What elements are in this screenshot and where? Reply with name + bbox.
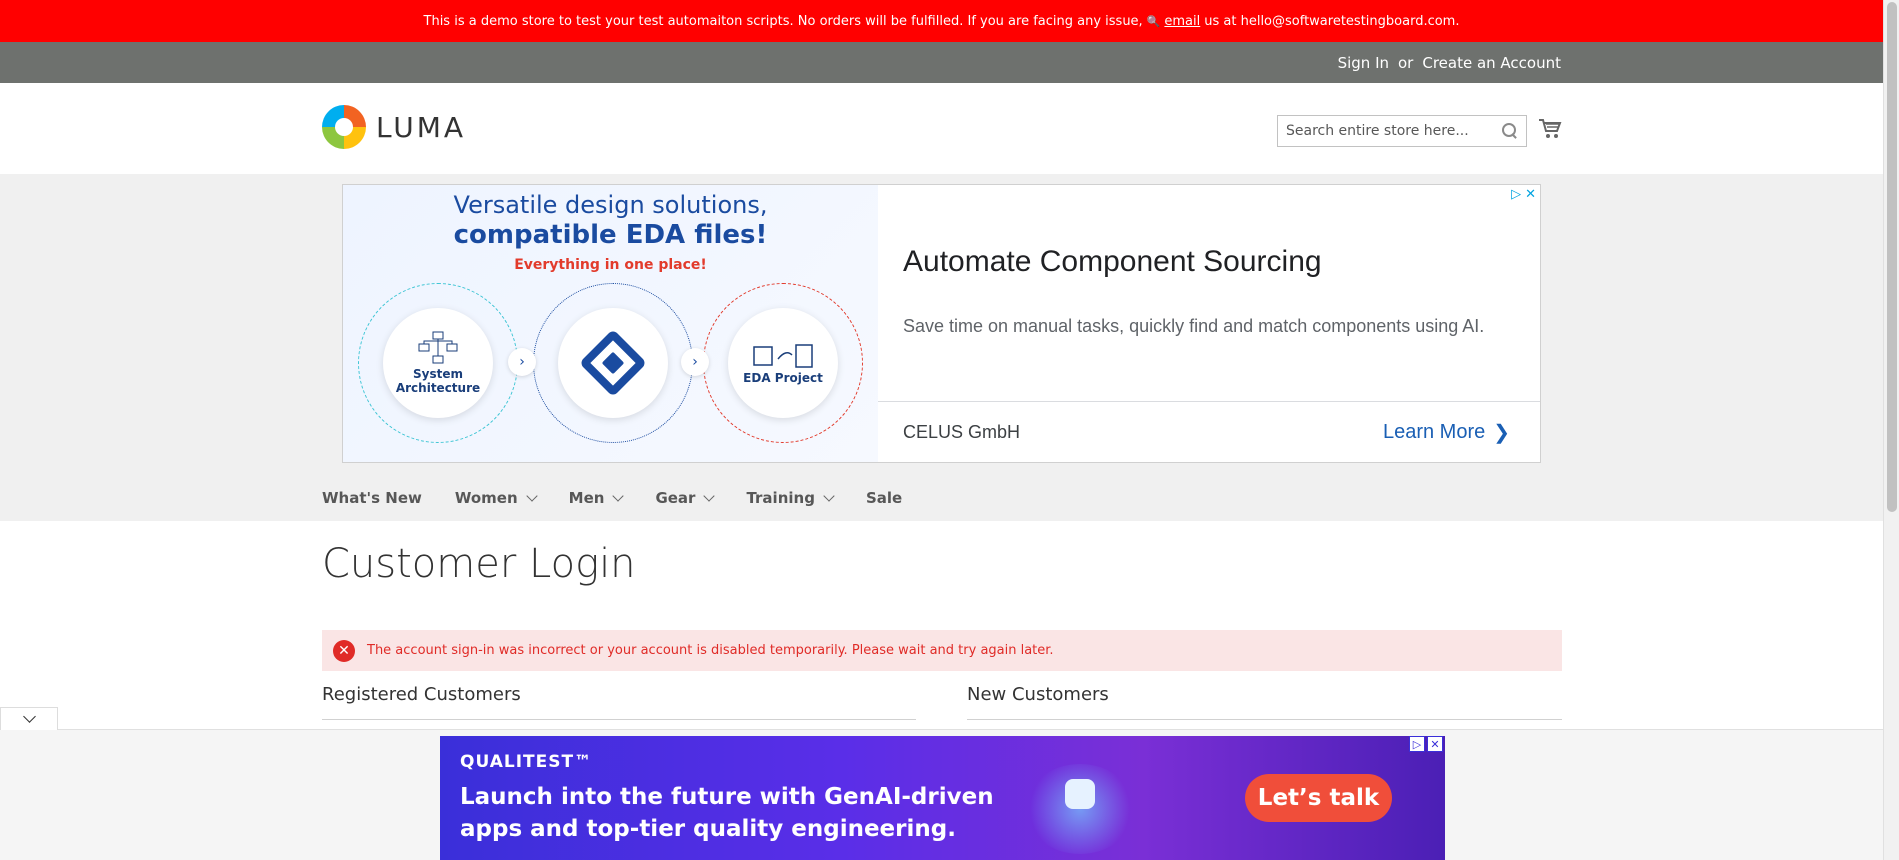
learn-more-button[interactable]: Learn More ❯ — [1383, 420, 1510, 445]
demo-notice-banner: This is a demo store to test your test a… — [0, 0, 1883, 42]
step-label: EDA Project — [743, 371, 823, 385]
top-ad[interactable]: Versatile design solutions, compatible E… — [342, 184, 1541, 463]
adchoices-controls: ▷ ✕ — [1511, 187, 1536, 202]
ad-title[interactable]: Automate Component Sourcing — [903, 245, 1322, 279]
chevron-down-icon — [525, 489, 538, 502]
ad-brand: QUALITEST™ — [460, 752, 593, 772]
create-account-link[interactable]: Create an Account — [1422, 54, 1561, 72]
scrollbar-thumb[interactable] — [1887, 2, 1897, 512]
nav-item-women[interactable]: Women — [454, 489, 538, 507]
search-placeholder: Search entire store here... — [1286, 123, 1469, 139]
chevron-down-icon — [22, 710, 36, 723]
robot-hand-illustration — [995, 744, 1165, 860]
ad-footer: CELUS GmbH Learn More ❯ — [878, 401, 1540, 462]
chevron-down-icon — [823, 489, 835, 502]
chip-document-icon — [753, 344, 813, 368]
header-panel: Sign In or Create an Account — [0, 42, 1883, 83]
divider — [967, 719, 1562, 720]
ad-advertiser[interactable]: CELUS GmbH — [903, 422, 1020, 443]
search-input[interactable]: Search entire store here... — [1277, 115, 1527, 147]
page-title: Customer Login — [322, 541, 636, 587]
nav-label: Men — [568, 489, 605, 507]
celus-diamond-icon — [579, 329, 647, 397]
ad-image-panel[interactable]: Versatile design solutions, compatible E… — [343, 185, 878, 462]
magnifier-icon: 🔍 — [1146, 14, 1161, 28]
system-architecture-disc: System Architecture — [383, 308, 493, 418]
bottom-ad[interactable]: QUALITEST™ Launch into the future with G… — [440, 736, 1445, 860]
adchoices-controls: ▷ ✕ — [1409, 736, 1443, 752]
logo[interactable]: LUMA — [322, 105, 466, 149]
nav-item-training[interactable]: Training — [746, 489, 835, 507]
nav-label: What's New — [322, 489, 422, 507]
chevron-down-icon — [703, 489, 716, 502]
header: LUMA Search entire store here... — [0, 83, 1883, 174]
ad-headline-2: compatible EDA files! — [453, 220, 768, 250]
nav-label: Sale — [865, 489, 903, 507]
lets-talk-button[interactable]: Let’s talk — [1245, 774, 1392, 822]
nav-label: Gear — [655, 489, 696, 507]
arrow-right-icon: › — [508, 348, 536, 376]
divider — [322, 719, 916, 720]
ad-headline-1: Launch into the future with GenAI-driven — [460, 784, 994, 810]
or-text: or — [1398, 53, 1414, 72]
luma-logo-icon — [322, 105, 366, 149]
glow-decoration — [1025, 764, 1135, 854]
cart-icon[interactable] — [1538, 117, 1562, 141]
error-message: ✕ The account sign-in was incorrect or y… — [322, 630, 1562, 671]
step-label: System Architecture — [395, 367, 481, 395]
ad-text-panel[interactable]: ▷ ✕ Automate Component Sourcing Save tim… — [878, 185, 1540, 462]
registered-customers-title: Registered Customers — [322, 684, 521, 705]
logo-text: LUMA — [376, 110, 467, 144]
page-scrollbar[interactable] — [1883, 0, 1899, 860]
email-link[interactable]: email — [1164, 14, 1200, 29]
nav-item-whats-new[interactable]: What's New — [322, 489, 422, 507]
search-icon[interactable] — [1502, 123, 1518, 139]
adchoices-icon[interactable]: ▷ — [1409, 736, 1425, 752]
robot-icon — [1065, 779, 1095, 809]
header-links: Sign In or Create an Account — [1338, 42, 1561, 83]
learn-more-label: Learn More — [1382, 421, 1486, 443]
close-icon[interactable]: ✕ — [1525, 187, 1536, 202]
sign-in-link[interactable]: Sign In — [1338, 54, 1389, 72]
nav-label: Women — [454, 489, 518, 507]
collapse-ad-button[interactable] — [0, 707, 58, 730]
nav-item-gear[interactable]: Gear — [655, 489, 716, 507]
ad-headline-2: apps and top-tier quality engineering. — [460, 816, 956, 842]
eda-project-disc: EDA Project — [728, 308, 838, 418]
new-customers-title: New Customers — [967, 684, 1109, 705]
ad-tagline: Everything in one place! — [514, 257, 707, 273]
adchoices-icon[interactable]: ▷ — [1511, 187, 1521, 202]
demo-notice-contact: us at hello@softwaretestingboard.com. — [1204, 13, 1460, 29]
chevron-down-icon — [612, 489, 625, 502]
nav-item-men[interactable]: Men — [568, 489, 625, 507]
error-icon: ✕ — [333, 639, 355, 662]
close-icon[interactable]: ✕ — [1427, 736, 1443, 752]
nav-item-sale[interactable]: Sale — [866, 489, 902, 507]
ad-headline-1: Versatile design solutions, — [453, 191, 768, 219]
diagram-icon — [418, 331, 458, 364]
celus-logo-disc — [558, 308, 668, 418]
nav-label: Training — [746, 489, 815, 507]
arrow-right-icon: › — [681, 348, 709, 376]
ad-description: Save time on manual tasks, quickly find … — [903, 316, 1485, 336]
error-text: The account sign-in was incorrect or you… — [367, 643, 1054, 658]
main-navigation: What's New Women Men Gear Training Sale — [322, 483, 935, 513]
chevron-right-icon: ❯ — [1493, 422, 1510, 444]
demo-notice-text: This is a demo store to test your test a… — [423, 13, 1143, 29]
